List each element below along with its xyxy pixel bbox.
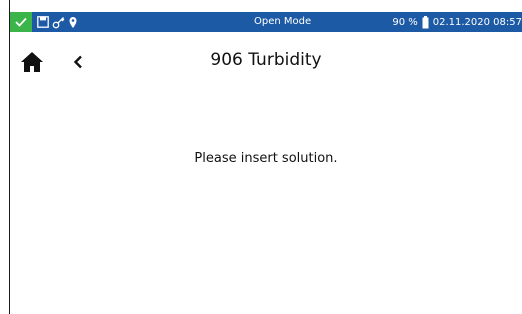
instruction-message: Please insert solution. xyxy=(194,151,338,166)
save-icon xyxy=(37,16,49,28)
battery-level: 90 % xyxy=(392,16,418,28)
key-icon xyxy=(52,16,65,28)
nav-row: 906 Turbidity xyxy=(10,40,522,80)
status-ok-indicator xyxy=(10,12,32,32)
status-icons xyxy=(37,12,78,32)
status-right: 90 % 02.11.2020 08:57 xyxy=(392,12,522,32)
check-icon xyxy=(15,17,27,27)
mode-label: Open Mode xyxy=(254,16,312,27)
date-time: 02.11.2020 08:57 xyxy=(432,16,522,28)
device-screen: Open Mode 90 % 02.11.2020 08:57 906 Turb… xyxy=(0,0,522,314)
location-pin-icon xyxy=(69,16,77,28)
page-title: 906 Turbidity xyxy=(210,50,322,70)
status-bar: Open Mode 90 % 02.11.2020 08:57 xyxy=(10,12,522,32)
battery-icon xyxy=(422,15,429,28)
